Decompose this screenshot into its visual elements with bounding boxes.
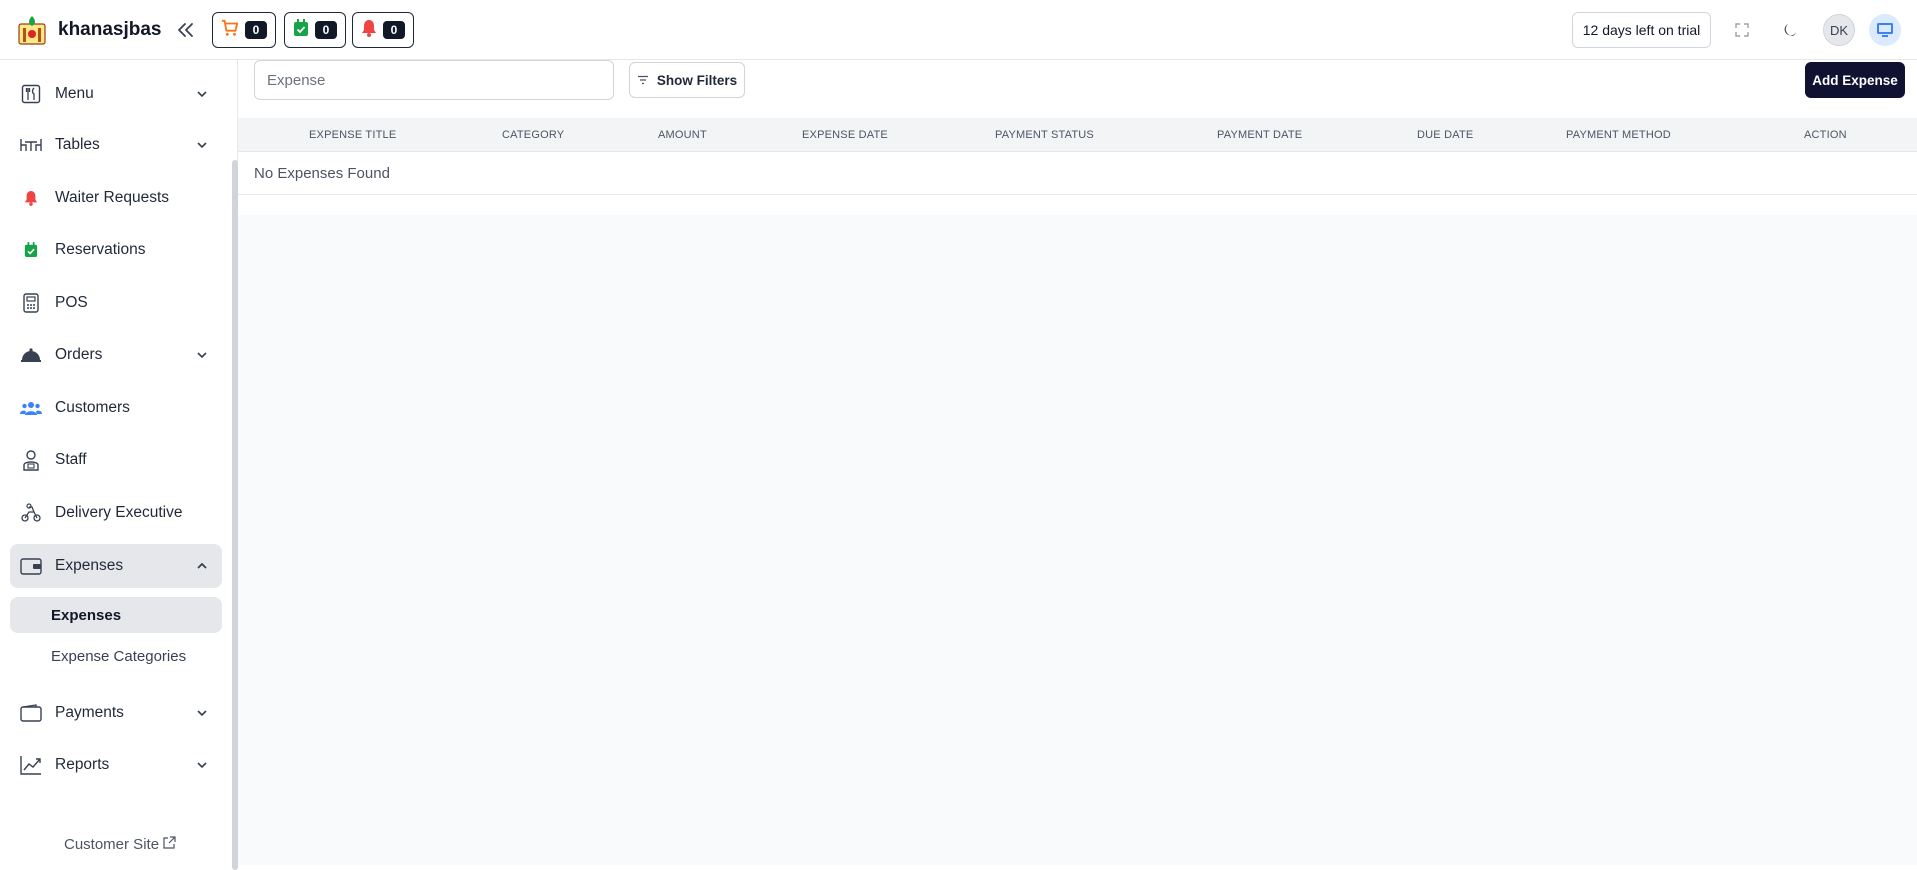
pos-terminal-icon <box>20 292 42 314</box>
table-footer-spacer <box>238 195 1917 215</box>
sidebar-item-customers[interactable]: Customers <box>10 386 222 430</box>
chevron-down-icon <box>194 86 210 102</box>
collapse-sidebar-icon[interactable] <box>174 18 196 42</box>
calendar-check-icon <box>293 18 309 42</box>
chart-line-icon <box>20 754 42 776</box>
sidebar-item-delivery-executive[interactable]: Delivery Executive <box>10 491 222 535</box>
add-expense-button[interactable]: Add Expense <box>1805 62 1905 98</box>
expense-search-input[interactable] <box>254 60 614 100</box>
staff-icon <box>20 449 42 471</box>
sidebar-item-label: Menu <box>55 85 94 102</box>
sidebar-item-tables[interactable]: Tables <box>10 123 222 167</box>
monitor-icon[interactable] <box>1869 14 1901 46</box>
dark-mode-moon-icon[interactable] <box>1776 16 1804 44</box>
sidebar-item-label: Tables <box>55 136 100 153</box>
sidebar-item-label: Delivery Executive <box>55 504 183 521</box>
user-avatar[interactable]: DK <box>1823 14 1855 46</box>
sidebar-item-label: Waiter Requests <box>55 189 169 206</box>
sidebar-item-label: POS <box>55 294 88 311</box>
sidebar-item-reservations[interactable]: Reservations <box>10 228 222 272</box>
column-header-category[interactable]: CATEGORY <box>502 129 564 141</box>
delivery-scooter-icon <box>20 502 42 524</box>
trial-status-button[interactable]: 12 days left on trial <box>1572 12 1711 48</box>
calendar-check-icon <box>20 239 42 261</box>
sidebar-item-expenses[interactable]: Expenses <box>10 544 222 588</box>
sidebar-item-label: Staff <box>55 451 87 468</box>
column-header-due-date[interactable]: DUE DATE <box>1417 129 1473 141</box>
customer-site-link[interactable]: Customer Site <box>64 836 176 853</box>
column-header-payment-status[interactable]: PAYMENT STATUS <box>995 129 1094 141</box>
sidebar-item-label: Reservations <box>55 241 146 258</box>
external-link-icon <box>163 836 176 853</box>
column-header-action: ACTION <box>1804 129 1847 141</box>
utensils-icon <box>20 83 42 105</box>
sidebar-item-label: Payments <box>55 704 124 721</box>
filter-icon <box>637 73 649 88</box>
table-empty-row: No Expenses Found <box>238 152 1917 195</box>
sidebar-item-menu[interactable]: Menu <box>10 72 222 116</box>
waiter-requests-count-badge: 0 <box>383 21 405 39</box>
column-header-payment-date[interactable]: PAYMENT DATE <box>1217 129 1302 141</box>
sidebar-item-label: Reports <box>55 756 110 773</box>
fullscreen-icon[interactable] <box>1728 16 1756 44</box>
chevron-down-icon <box>194 757 210 773</box>
reservations-count-badge: 0 <box>315 21 337 39</box>
sidebar-item-label: Orders <box>55 346 103 363</box>
column-header-amount[interactable]: AMOUNT <box>658 129 707 141</box>
reservations-count-button[interactable]: 0 <box>284 12 346 48</box>
users-icon <box>20 397 42 419</box>
sidebar-item-label: Expenses <box>55 557 124 574</box>
chevron-down-icon <box>194 347 210 363</box>
sidebar-item-orders[interactable]: Orders <box>10 333 222 377</box>
chevron-down-icon <box>194 137 210 153</box>
bell-icon <box>20 187 42 209</box>
sidebar-item-label: Customers <box>55 399 130 416</box>
table-icon <box>20 134 42 156</box>
restaurant-logo-icon[interactable] <box>16 14 48 46</box>
bell-icon <box>361 19 377 42</box>
sidebar-item-staff[interactable]: Staff <box>10 438 222 482</box>
empty-state-message: No Expenses Found <box>254 165 390 182</box>
cart-count-badge: 0 <box>245 21 267 39</box>
column-header-expense-title[interactable]: EXPENSE TITLE <box>309 129 396 141</box>
sidebar-item-payments[interactable]: Payments <box>10 691 222 735</box>
sidebar-subitem-expenses[interactable]: Expenses <box>10 597 222 633</box>
expenses-table-header: EXPENSE TITLE CATEGORY AMOUNT EXPENSE DA… <box>238 118 1917 152</box>
show-filters-button[interactable]: Show Filters <box>629 62 745 98</box>
wallet-icon <box>20 555 42 577</box>
chevron-down-icon <box>194 705 210 721</box>
show-filters-label: Show Filters <box>656 72 738 88</box>
column-header-payment-method[interactable]: PAYMENT METHOD <box>1566 129 1671 141</box>
sidebar-item-waiter-requests[interactable]: Waiter Requests <box>10 176 222 220</box>
expenses-toolbar: Show Filters Add Expense <box>238 60 1917 118</box>
waiter-requests-count-button[interactable]: 0 <box>352 12 414 48</box>
customer-site-label: Customer Site <box>64 836 160 853</box>
cloche-icon <box>20 344 42 366</box>
main-content: Show Filters Add Expense EXPENSE TITLE C… <box>238 60 1917 865</box>
sidebar-item-pos[interactable]: POS <box>10 281 222 325</box>
sidebar-subitem-expense-categories[interactable]: Expense Categories <box>10 638 222 674</box>
wallet-outline-icon <box>20 702 42 724</box>
cart-icon <box>221 19 239 42</box>
brand-name: khanasjbas <box>58 19 162 40</box>
column-header-expense-date[interactable]: EXPENSE DATE <box>802 129 888 141</box>
chevron-up-icon <box>194 558 210 574</box>
cart-orders-button[interactable]: 0 <box>212 12 276 48</box>
top-bar: khanasjbas 0 0 0 12 days left on trial D… <box>0 0 1917 60</box>
sidebar-item-reports[interactable]: Reports <box>10 743 222 787</box>
